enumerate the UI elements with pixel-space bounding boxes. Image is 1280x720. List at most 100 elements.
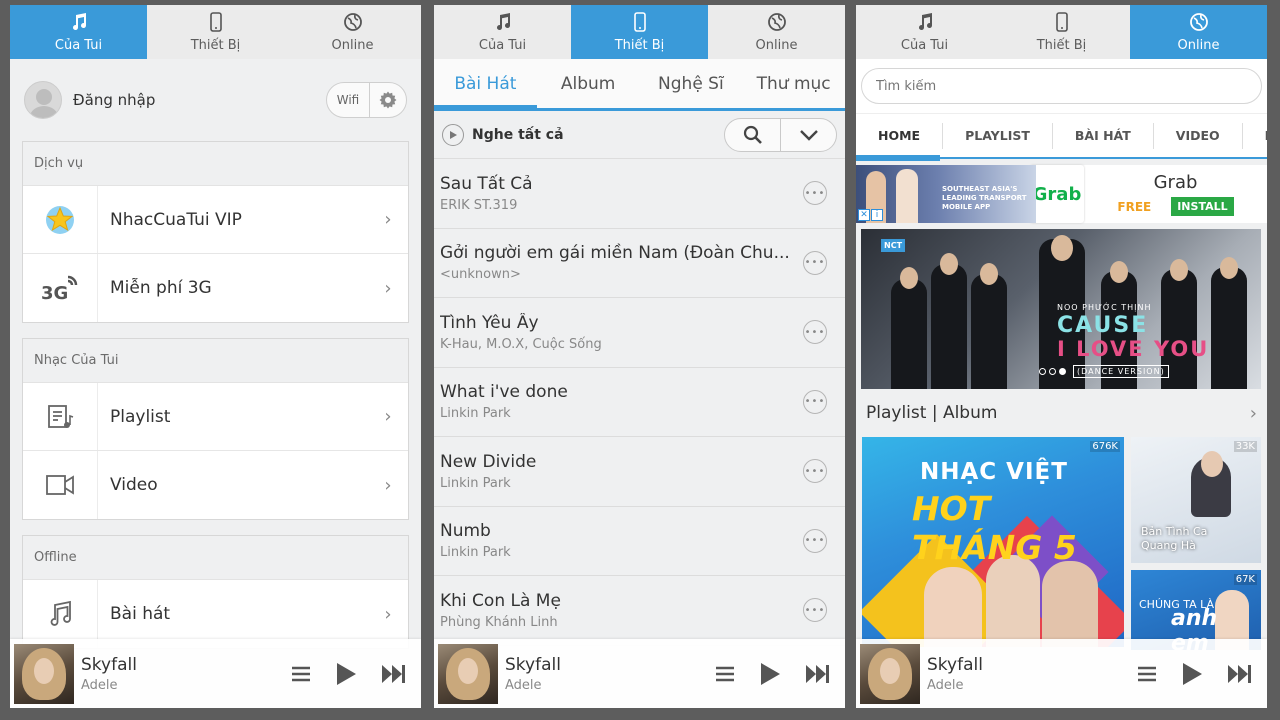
menu-item-vip[interactable]: NhacCuaTui VIP ›: [23, 186, 408, 254]
next-button[interactable]: [381, 664, 407, 684]
more-options-button[interactable]: •••: [803, 389, 827, 414]
queue-button[interactable]: [1137, 666, 1157, 682]
featured-carousel[interactable]: NCT NOO PHƯỚC THỊNH CAUSE I LOVE YOU (DA…: [861, 229, 1261, 389]
tab-cua-tui[interactable]: Của Tui: [856, 5, 993, 59]
play-button[interactable]: [759, 662, 781, 686]
subtab-bai-hat[interactable]: Bài Hát: [434, 59, 537, 111]
song-artist: Linkin Park: [440, 545, 511, 561]
tab-online[interactable]: Online: [284, 5, 421, 59]
song-artist: ERIK ST.319: [440, 197, 518, 213]
banner-version: (DANCE VERSION): [1073, 365, 1169, 378]
song-row[interactable]: New Divide Linkin Park •••: [434, 437, 845, 507]
login-label: Đăng nhập: [73, 91, 156, 109]
play-button[interactable]: [335, 662, 357, 686]
ad-close-icon[interactable]: ✕: [858, 209, 870, 221]
mini-player[interactable]: Skyfall Adele: [856, 639, 1267, 708]
section-dich-vu: Dịch vụ NhacCuaTui VIP › 3G Miễn phí 3G …: [22, 141, 409, 323]
search-button[interactable]: [725, 118, 781, 151]
player-artist: Adele: [81, 677, 118, 693]
nav-video[interactable]: VIDEO: [1154, 122, 1243, 149]
chevron-right-icon: ›: [384, 406, 392, 427]
mini-player[interactable]: Skyfall Adele: [10, 639, 421, 708]
song-row[interactable]: Sau Tất Cả ERIK ST.319 •••: [434, 159, 845, 229]
tab-cua-tui[interactable]: Của Tui: [434, 5, 571, 59]
subtab-nghe-si[interactable]: Nghệ Sĩ: [640, 59, 743, 108]
section-header: Offline: [23, 536, 408, 580]
more-options-button[interactable]: •••: [803, 320, 827, 345]
tab-online[interactable]: Online: [1130, 5, 1267, 59]
login-row[interactable]: Đăng nhập Wifi: [10, 59, 421, 141]
settings-button[interactable]: [370, 83, 406, 117]
ad-choices[interactable]: ✕ i: [858, 209, 883, 221]
ad-info-icon[interactable]: i: [871, 209, 883, 221]
carousel-dots[interactable]: [1039, 368, 1066, 375]
section-title: Playlist | Album: [866, 403, 998, 423]
next-button[interactable]: [805, 664, 831, 684]
nav-bai-hat[interactable]: BÀI HÁT: [1053, 122, 1154, 149]
song-row[interactable]: Numb Linkin Park •••: [434, 507, 845, 576]
online-nav: HOME PLAYLIST BÀI HÁT VIDEO BX: [856, 113, 1267, 161]
nav-home[interactable]: HOME: [856, 122, 944, 149]
queue-button[interactable]: [715, 666, 735, 682]
tile-subtitle: HOT THÁNG 5: [912, 489, 1077, 567]
more-options-button[interactable]: •••: [803, 598, 827, 623]
subtab-album[interactable]: Album: [537, 59, 640, 108]
subtab-thu-muc[interactable]: Thư mục: [742, 59, 845, 108]
chevron-right-icon: ›: [384, 209, 392, 230]
tile-subtitle: Quang Hà: [1141, 539, 1196, 552]
menu-item-3g[interactable]: 3G Miễn phí 3G ›: [23, 254, 408, 322]
tab-label: Online: [755, 37, 798, 53]
menu-item-video[interactable]: Video ›: [23, 451, 408, 519]
chevron-down-icon: [799, 129, 818, 141]
mini-player[interactable]: Skyfall Adele: [434, 639, 845, 708]
chevron-right-icon: ›: [384, 603, 392, 625]
tab-thiet-bi[interactable]: Thiết Bị: [571, 5, 708, 59]
tab-cua-tui[interactable]: Của Tui: [10, 5, 147, 59]
nav-playlist[interactable]: PLAYLIST: [943, 122, 1053, 149]
tab-label: Online: [1177, 37, 1220, 53]
play-all-label[interactable]: Nghe tất cả: [472, 127, 724, 143]
top-tab-bar: Của Tui Thiết Bị Online: [434, 5, 845, 59]
more-options-button[interactable]: •••: [803, 459, 827, 484]
tab-label: Của Tui: [900, 37, 949, 53]
menu-item-label: Bài hát: [97, 580, 368, 648]
song-row[interactable]: What i've done Linkin Park •••: [434, 368, 845, 437]
menu-item-playlist[interactable]: Playlist ›: [23, 383, 408, 451]
skip-next-icon: [806, 664, 829, 683]
album-tile[interactable]: 67K CHÚNG TA LÀ anh em: [1131, 570, 1261, 650]
queue-button[interactable]: [291, 666, 311, 682]
nav-bx[interactable]: BX: [1243, 123, 1267, 149]
gear-icon: [379, 91, 397, 109]
song-artist: Phùng Khánh Linh: [440, 614, 558, 630]
ad-free-label: FREE: [1117, 199, 1152, 214]
album-tile[interactable]: 676K NHẠC VIỆT HOT THÁNG 5: [862, 437, 1124, 647]
playlist-album-header[interactable]: Playlist | Album ›: [856, 389, 1267, 437]
album-tile[interactable]: 33K Bản Tình Ca Quang Hà: [1131, 437, 1261, 563]
ad-banner[interactable]: SOUTHEAST ASIA'S LEADING TRANSPORT MOBIL…: [856, 165, 1267, 223]
panel-cua-tui: Của Tui Thiết Bị Online Đăng nhập Wifi D…: [10, 5, 421, 708]
search-input[interactable]: [861, 68, 1262, 104]
listen-count: 67K: [1233, 574, 1257, 585]
svg-text:3G: 3G: [41, 283, 68, 304]
tab-online[interactable]: Online: [708, 5, 845, 59]
song-row[interactable]: Khi Con Là Mẹ Phùng Khánh Linh •••: [434, 576, 845, 646]
play-icon: [761, 662, 780, 685]
more-options-button[interactable]: •••: [803, 181, 827, 206]
song-row[interactable]: Tình Yêu Ấy K-Hau, M.O.X, Cuộc Sống •••: [434, 298, 845, 368]
ad-install-button[interactable]: INSTALL: [1171, 197, 1234, 216]
more-options-button[interactable]: •••: [803, 528, 827, 553]
song-row[interactable]: Gởi người em gái miền Nam (Đoàn Chu... <u…: [434, 229, 845, 298]
menu-item-bai-hat[interactable]: Bài hát ›: [23, 580, 408, 648]
more-options-button[interactable]: •••: [803, 250, 827, 275]
sort-dropdown-button[interactable]: [781, 119, 836, 151]
song-title: Gởi người em gái miền Nam (Đoàn Chu...: [440, 243, 790, 264]
next-button[interactable]: [1227, 664, 1253, 684]
banner-title-line1: CAUSE: [1057, 313, 1149, 338]
tab-thiet-bi[interactable]: Thiết Bị: [147, 5, 284, 59]
play-button[interactable]: [1181, 662, 1203, 686]
album-cover: [438, 643, 498, 704]
wifi-button[interactable]: Wifi: [327, 83, 370, 117]
tab-thiet-bi[interactable]: Thiết Bị: [993, 5, 1130, 59]
play-all-button[interactable]: [442, 123, 464, 146]
ad-name: Grab: [1153, 172, 1198, 193]
